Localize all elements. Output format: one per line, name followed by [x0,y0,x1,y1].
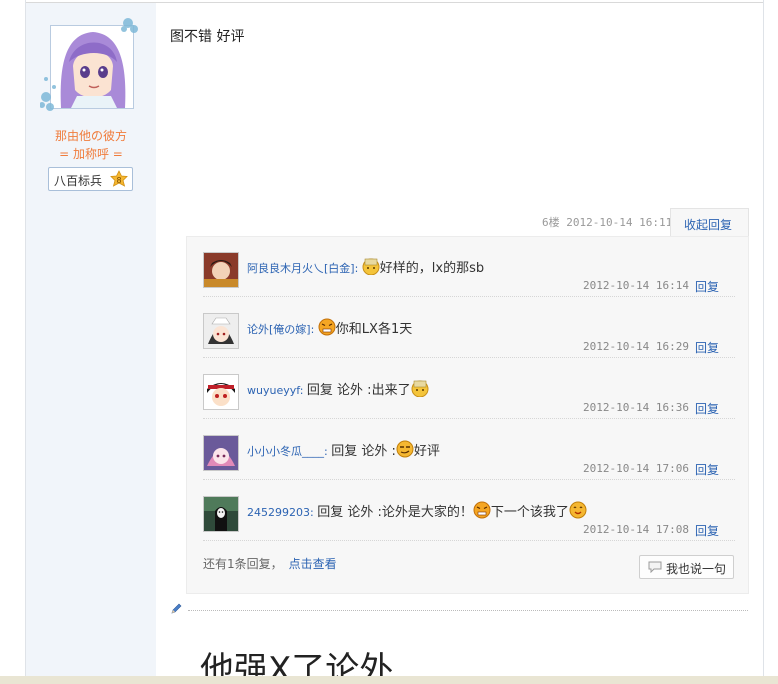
bottom-strip [0,676,778,684]
reply-text-tail: 下一个该我了 [490,505,569,520]
floor-meta: 6楼 2012-10-14 16:11 [542,216,673,229]
pencil-icon [171,603,182,614]
smile-face-emoticon-icon [569,501,587,519]
rank-level-icon: 8 [110,170,128,187]
reply-time: 2012-10-14 16:36 [583,401,689,414]
reply-username[interactable]: 论外[俺の嫁] [247,323,311,336]
show-more-link[interactable]: 点击查看 [289,557,337,571]
reply-time: 2012-10-14 17:06 [583,462,689,475]
sly-face-emoticon-icon [396,440,414,458]
say-something-label: 我也说一句 [666,562,727,576]
sub-reply-item: 245299203: 回复 论外 :论外是大家的！ 下一个该我了 2012-10-… [203,481,735,541]
collapse-replies-link[interactable]: 收起回复 [684,216,732,233]
sub-reply-box: 阿良良木月火乀[白金]: 好样的，lx的那sb 2012-10-14 16:14… [186,236,749,594]
reply-username[interactable]: 245299203 [247,506,310,519]
reply-button[interactable]: 回复 [695,400,719,417]
reply-avatar[interactable] [203,313,239,349]
reply-line: wuyueyyf: 回复 论外 :出来了 [247,379,429,398]
rank-badge[interactable]: 八百标兵 8 [48,167,133,191]
reply-line: 阿良良木月火乀[白金]: 好样的，lx的那sb [247,257,484,276]
reply-avatar[interactable] [203,374,239,410]
svg-text:8: 8 [116,176,121,185]
left-margin [0,0,25,684]
author-username[interactable]: 那由他の彼方 [26,127,156,144]
sub-reply-item: 小小小冬瓜____: 回复 论外 : 好评 2012-10-14 17:06 回复 [203,420,735,480]
reply-text: 好样的，lx的那sb [379,261,485,276]
gold-face-emoticon-icon [411,380,429,397]
reply-username[interactable]: 小小小冬瓜____ [247,445,324,458]
reply-line: 论外[俺の嫁]: 你和LX各1天 [247,318,412,337]
author-nickname[interactable]: = 加称呼 = [26,145,156,162]
say-something-button[interactable]: 我也说一句 [639,555,734,579]
reply-text: 回复 论外 :论外是大家的！ [317,505,473,520]
reply-avatar[interactable] [203,252,239,288]
author-avatar[interactable] [50,25,134,109]
more-replies-text: 还有1条回复， [203,557,283,571]
reply-time: 2012-10-14 16:29 [583,340,689,353]
reply-username[interactable]: 阿良良木月火乀[白金] [247,262,355,275]
reply-line: 245299203: 回复 论外 :论外是大家的！ 下一个该我了 [247,501,587,520]
reply-button[interactable]: 回复 [695,339,719,356]
author-sidebar: 那由他の彼方 = 加称呼 = 八百标兵 8 [26,3,156,684]
sub-reply-item: wuyueyyf: 回复 论外 :出来了 2012-10-14 16:36 回复 [203,359,735,419]
reply-button[interactable]: 回复 [695,278,719,295]
post-separator [188,610,748,611]
sub-reply-item: 论外[俺の嫁]: 你和LX各1天 2012-10-14 16:29 回复 [203,298,735,358]
post-content: 图不错 好评 [170,29,245,45]
reply-time: 2012-10-14 17:08 [583,523,689,536]
angry-face-emoticon-icon [473,501,491,519]
reply-time: 2012-10-14 16:14 [583,279,689,292]
angry-face-emoticon-icon [318,318,336,336]
rank-label: 八百标兵 [54,174,103,188]
reply-avatar[interactable] [203,496,239,532]
reply-line: 小小小冬瓜____: 回复 论外 : 好评 [247,440,440,459]
reply-text: 回复 论外 : [331,444,396,459]
reply-avatar[interactable] [203,435,239,471]
more-replies-line: 还有1条回复， 点击查看 [203,555,337,572]
sub-reply-item: 阿良良木月火乀[白金]: 好样的，lx的那sb 2012-10-14 16:14… [203,237,735,297]
reply-button[interactable]: 回复 [695,522,719,539]
reply-text: 你和LX各1天 [335,322,413,337]
speech-bubble-icon [648,561,662,573]
reply-text-tail: 好评 [413,444,440,459]
reply-username[interactable]: wuyueyyf [247,384,300,397]
reply-text: 回复 论外 :出来了 [306,383,411,398]
gold-face-emoticon-icon [362,258,380,275]
right-margin [764,0,778,684]
reply-button[interactable]: 回复 [695,461,719,478]
